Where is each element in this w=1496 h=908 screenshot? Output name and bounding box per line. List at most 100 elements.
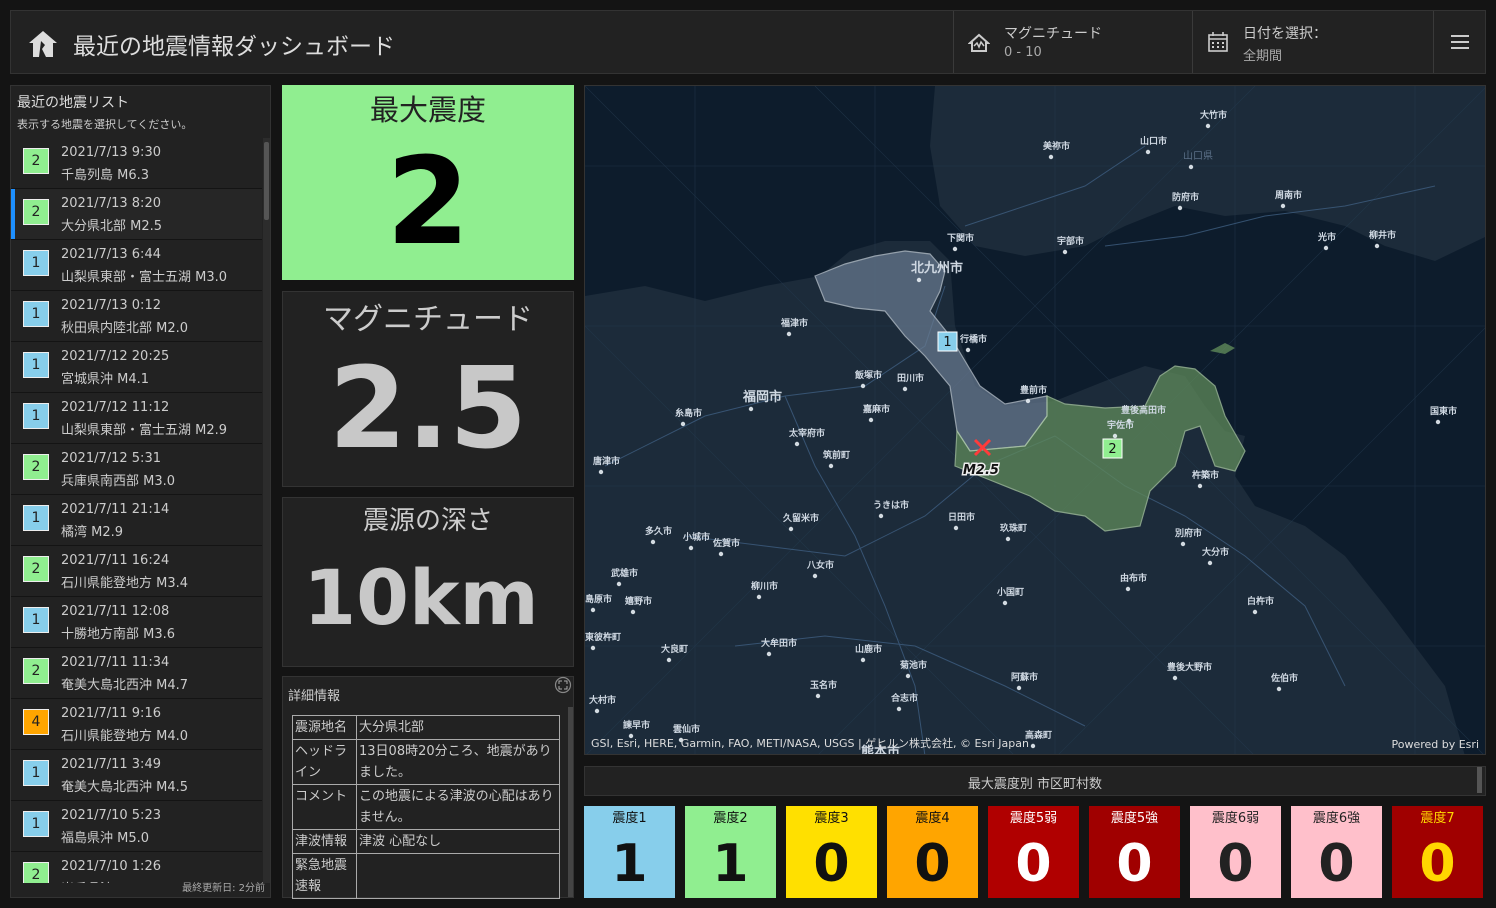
city-label: 諫早市 xyxy=(623,719,650,731)
menu-button[interactable] xyxy=(1433,11,1486,73)
intensity-card: 震度5弱 0 xyxy=(988,806,1079,898)
city-dot xyxy=(868,417,874,423)
city-dot xyxy=(1145,149,1151,155)
intensity-count-header: 最大震度別 市区町村数 xyxy=(584,766,1486,796)
list-item[interactable]: 2 2021/7/11 11:34 奄美大島北西沖 M4.7 xyxy=(11,648,262,699)
list-item-time: 2021/7/12 5:31 xyxy=(61,451,161,466)
intensity-card: 震度2 1 xyxy=(685,806,776,898)
max-intensity-value: 2 xyxy=(386,133,470,272)
date-filter[interactable]: 日付を選択： 全期間 xyxy=(1192,11,1433,73)
city-dot xyxy=(828,463,834,469)
list-scrollbar-thumb[interactable] xyxy=(264,142,269,220)
city-label: 山鹿市 xyxy=(855,643,882,655)
city-dot xyxy=(1025,398,1031,404)
city-label: 福津市 xyxy=(780,317,808,329)
list-item[interactable]: 4 2021/7/11 9:16 石川県能登地方 M4.0 xyxy=(11,699,262,750)
city-dot xyxy=(680,421,686,427)
intensity-card: 震度3 0 xyxy=(786,806,877,898)
list-item-time: 2021/7/11 16:24 xyxy=(61,553,170,568)
list-item-time: 2021/7/10 1:26 xyxy=(61,859,161,874)
city-label: 嬉野市 xyxy=(624,595,652,607)
city-dot xyxy=(1048,154,1054,160)
details-table: 震源地名 大分県北部 ヘッドライン 13日08時20分ころ、地震がありました。 コメント… xyxy=(292,715,560,899)
city-label: 周南市 xyxy=(1275,189,1302,201)
city-label: 国東市 xyxy=(1430,405,1457,417)
city-dot xyxy=(1280,203,1286,209)
list-item[interactable]: 1 2021/7/11 21:14 橘湾 M2.9 xyxy=(11,495,262,546)
intensity-card-value: 0 xyxy=(1419,834,1456,894)
city-label: 合志市 xyxy=(891,692,918,704)
city-label: 柳井市 xyxy=(1369,229,1396,241)
city-label: 北九州市 xyxy=(911,260,963,276)
last-updated: 最終更新日: 2分前 xyxy=(182,883,265,894)
city-dot xyxy=(896,706,902,712)
city-label: 佐賀市 xyxy=(712,537,740,549)
city-label: 筑前町 xyxy=(823,449,850,461)
city-label: 玉名市 xyxy=(810,679,837,691)
city-dot xyxy=(1197,483,1203,489)
list-item[interactable]: 2 2021/7/13 9:30 千島列島 M6.3 xyxy=(11,138,262,189)
city-label: 豊後高田市 xyxy=(1121,404,1166,416)
intensity-badge: 1 xyxy=(23,403,49,429)
city-label: 福岡市 xyxy=(742,389,782,405)
intensity-badge: 2 xyxy=(23,862,49,883)
list-scrollbar[interactable] xyxy=(263,138,270,883)
city-label: 久留米市 xyxy=(783,512,819,524)
region-badge-2[interactable]: 2 xyxy=(1102,438,1123,459)
city-label: 大竹市 xyxy=(1200,109,1227,121)
city-label: 東彼杵町 xyxy=(585,631,621,643)
list-item-place: 大分県北部 M2.5 xyxy=(61,219,163,234)
intensity-card-value: 0 xyxy=(1015,834,1052,894)
list-item[interactable]: 1 2021/7/11 3:49 奄美大島北西沖 M4.5 xyxy=(11,750,262,801)
intensity-badge: 2 xyxy=(23,658,49,684)
list-item[interactable]: 1 2021/7/11 12:08 十勝地方南部 M3.6 xyxy=(11,597,262,648)
list-item[interactable]: 1 2021/7/13 6:44 山梨県東部・富士五湖 M3.0 xyxy=(11,240,262,291)
city-dot xyxy=(1002,600,1008,606)
city-label: 菊池市 xyxy=(899,659,927,671)
earthquake-map[interactable]: M2.5 1 2 大竹市 美祢市 山口市 山口県 防府市 周南市 下関市 宇部市 光市 柳井市 北九… xyxy=(584,85,1486,755)
city-dot xyxy=(650,539,656,545)
list-item[interactable]: 1 2021/7/10 5:23 福島県沖 M5.0 xyxy=(11,801,262,852)
region-badge-1[interactable]: 1 xyxy=(937,331,958,352)
city-dot xyxy=(1125,586,1131,592)
city-dot xyxy=(598,469,604,475)
intensity-badge: 1 xyxy=(23,352,49,378)
magnitude-label: マグニチュード xyxy=(323,302,533,337)
city-dot xyxy=(616,581,622,587)
details-scrollbar[interactable] xyxy=(568,707,573,897)
list-item-place: 石川県能登地方 M3.4 xyxy=(61,576,189,591)
list-item[interactable]: 2 2021/7/13 8:20 大分県北部 M2.5 xyxy=(11,189,262,240)
expand-icon[interactable] xyxy=(554,676,572,694)
magnitude-filter[interactable]: マグニチュード 0 - 10 xyxy=(953,11,1192,73)
date-filter-label: 日付を選択： xyxy=(1243,26,1327,42)
intensity-card: 震度5強 0 xyxy=(1089,806,1180,898)
depth-value: 10km xyxy=(303,553,539,642)
city-dot xyxy=(594,708,600,714)
list-item-time: 2021/7/11 21:14 xyxy=(61,502,170,517)
city-dot xyxy=(1374,243,1380,249)
powered-by-esri[interactable]: Powered by Esri xyxy=(1391,738,1479,751)
intensity-scrollbar[interactable] xyxy=(1477,767,1482,793)
list-item[interactable]: 1 2021/7/12 20:25 宮城県沖 M4.1 xyxy=(11,342,262,393)
intensity-card-label: 震度4 xyxy=(915,811,950,826)
list-item[interactable]: 1 2021/7/12 11:12 山梨県東部・富士五湖 M2.9 xyxy=(11,393,262,444)
intensity-count-title: 最大震度別 市区町村数 xyxy=(967,777,1103,792)
details-key: 津波情報 xyxy=(292,829,357,854)
city-dot xyxy=(1005,536,1011,542)
city-dot xyxy=(1276,686,1282,692)
intensity-card-value: 0 xyxy=(813,834,850,894)
list-item[interactable]: 1 2021/7/13 0:12 秋田県内陸北部 M2.0 xyxy=(11,291,262,342)
house-crack-icon xyxy=(29,31,57,57)
city-dot xyxy=(630,609,636,615)
city-label: 嘉麻市 xyxy=(862,403,890,415)
max-intensity-indicator: 最大震度 2 xyxy=(282,85,574,280)
city-dot xyxy=(1112,433,1118,439)
details-value xyxy=(356,853,560,899)
city-dot xyxy=(860,383,866,389)
city-dot xyxy=(788,526,794,532)
list-item[interactable]: 2 2021/7/12 5:31 兵庫県南西部 M3.0 xyxy=(11,444,262,495)
list-item[interactable]: 2 2021/7/11 16:24 石川県能登地方 M3.4 xyxy=(11,546,262,597)
intensity-card-value: 1 xyxy=(712,834,749,894)
list-item-time: 2021/7/11 3:49 xyxy=(61,757,161,772)
list-item-time: 2021/7/11 9:16 xyxy=(61,706,161,721)
